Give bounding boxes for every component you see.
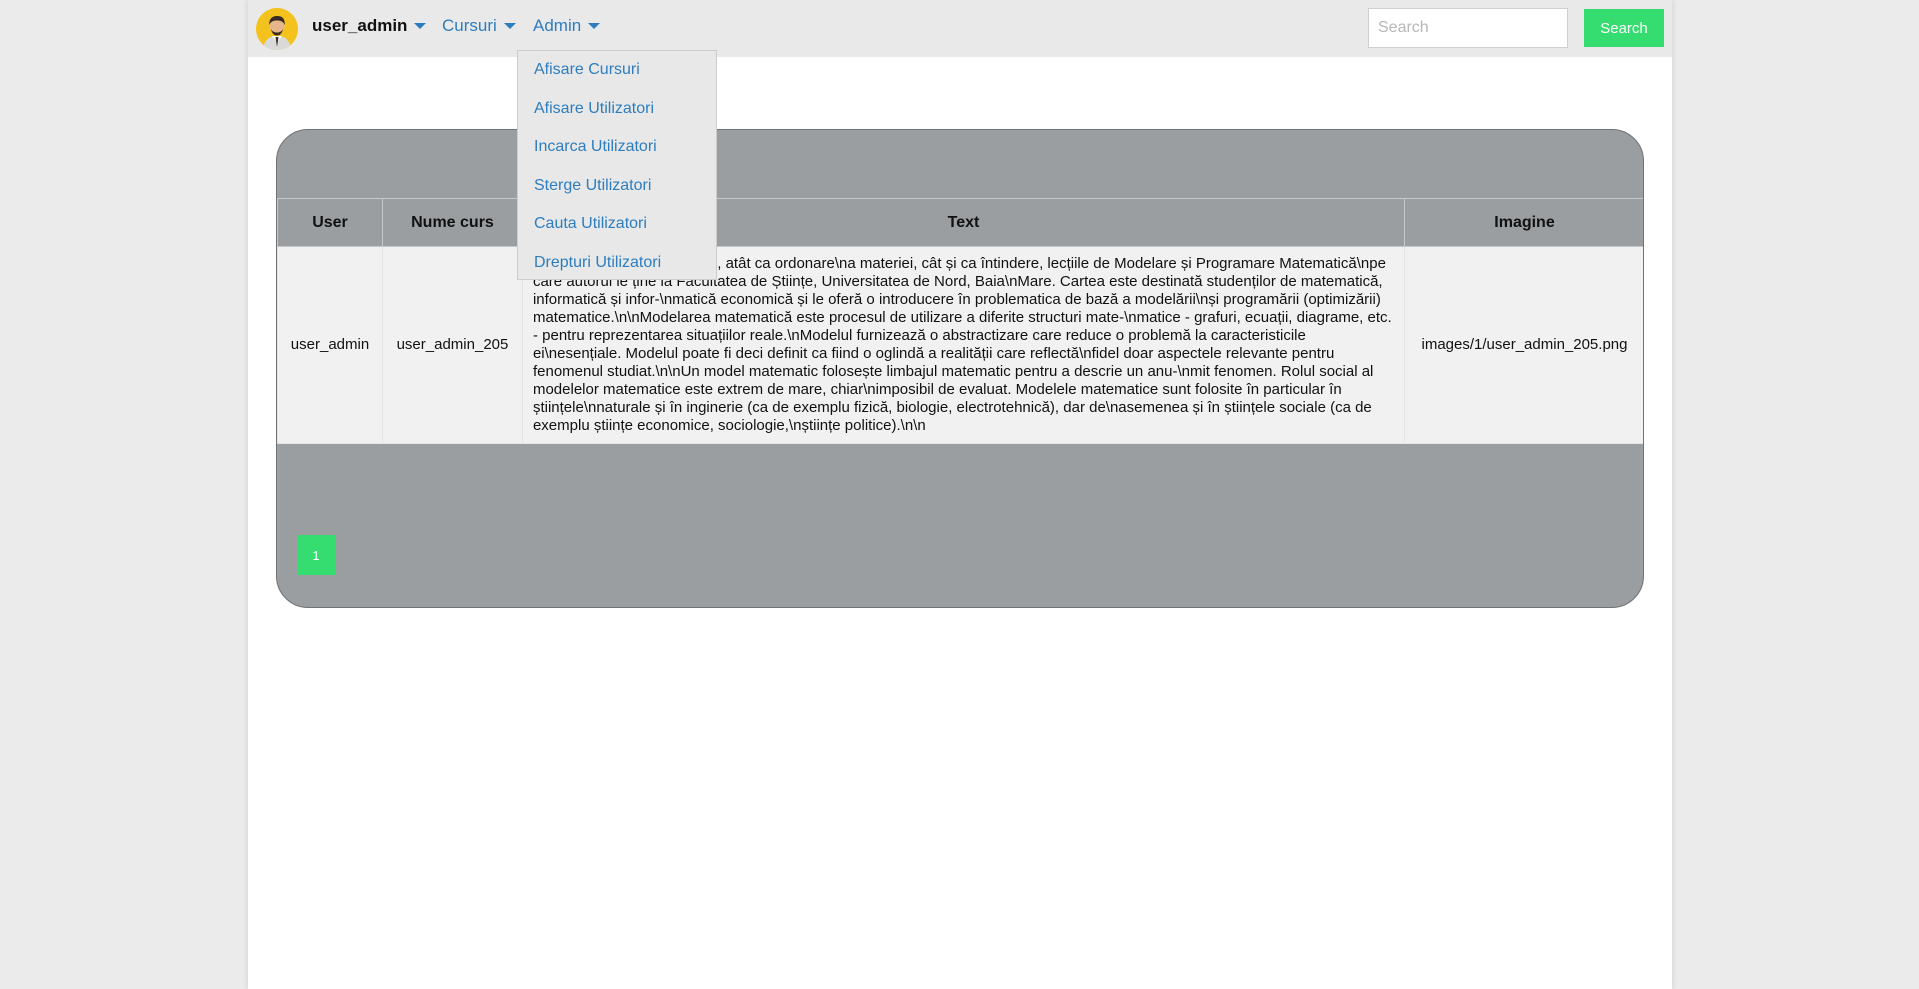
- menu-item-afisare-utilizatori[interactable]: Afisare Utilizatori: [518, 95, 716, 134]
- user-avatar-icon[interactable]: [256, 8, 298, 50]
- cell-imagine: images/1/user_admin_205.png: [1404, 246, 1643, 444]
- column-header-imagine: Imagine: [1404, 198, 1643, 247]
- user-menu[interactable]: user_admin: [312, 14, 427, 38]
- table-row: user_admin user_admin_205 în mod cât se …: [277, 246, 1643, 444]
- cursuri-label: Cursuri: [442, 16, 497, 35]
- admin-label: Admin: [533, 16, 582, 35]
- menu-item-sterge-utilizatori[interactable]: Sterge Utilizatori: [518, 172, 716, 211]
- search-button[interactable]: Search: [1584, 9, 1664, 47]
- caret-down-icon: [503, 23, 516, 29]
- cell-user: user_admin: [277, 246, 383, 444]
- pagination-page-button[interactable]: 1: [297, 535, 335, 575]
- column-header-user: User: [277, 198, 383, 247]
- menu-item-incarca-utilizatori[interactable]: Incarca Utilizatori: [518, 133, 716, 172]
- page-container: user_admin Cursuri Admin Search Afisare …: [248, 0, 1672, 989]
- menu-item-afisare-cursuri[interactable]: Afisare Cursuri: [518, 56, 716, 95]
- top-navbar: user_admin Cursuri Admin Search: [248, 0, 1672, 57]
- column-header-nume-curs: Nume curs: [381, 198, 523, 247]
- cursuri-menu[interactable]: Cursuri: [442, 14, 516, 38]
- admin-menu[interactable]: Admin: [533, 14, 601, 38]
- menu-item-drepturi-utilizatori[interactable]: Drepturi Utilizatori: [518, 249, 716, 288]
- courses-panel: User Nume curs Text Imagine user_admin u…: [276, 129, 1644, 608]
- username-label: user_admin: [312, 16, 408, 35]
- caret-down-icon: [414, 23, 427, 29]
- cell-nume-curs: user_admin_205: [381, 246, 523, 444]
- menu-item-cauta-utilizatori[interactable]: Cauta Utilizatori: [518, 210, 716, 249]
- admin-dropdown-menu: Afisare Cursuri Afisare Utilizatori Inca…: [517, 50, 717, 280]
- caret-down-icon: [588, 23, 601, 29]
- table-header-row: User Nume curs Text Imagine: [277, 198, 1643, 247]
- search-input[interactable]: [1368, 8, 1568, 48]
- courses-table: User Nume curs Text Imagine user_admin u…: [277, 198, 1643, 444]
